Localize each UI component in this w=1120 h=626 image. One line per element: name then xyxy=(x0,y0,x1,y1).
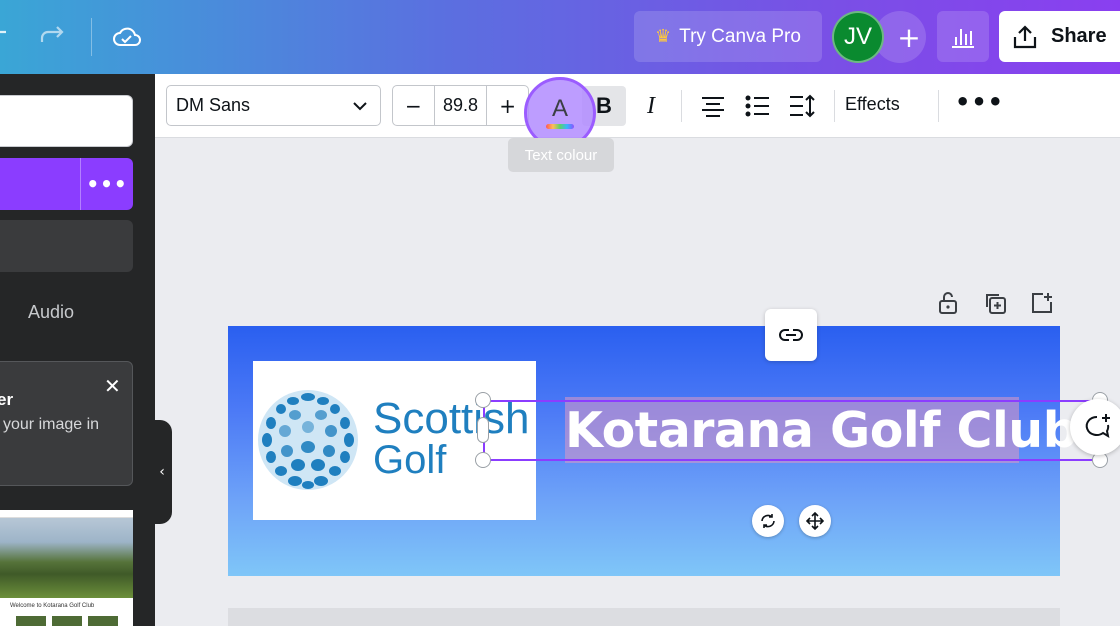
italic-button[interactable]: I xyxy=(631,86,671,126)
move-handle[interactable] xyxy=(799,505,831,537)
toolbar-divider xyxy=(834,90,835,122)
rotate-handle[interactable] xyxy=(752,505,784,537)
close-icon[interactable]: ✕ xyxy=(104,374,121,398)
tab-audio[interactable]: Audio xyxy=(28,302,74,323)
font-size-stepper: − 89.8 + xyxy=(392,85,529,126)
effects-button[interactable]: Effects xyxy=(845,94,900,115)
share-button[interactable]: Share xyxy=(999,11,1120,62)
website-template-thumbnail[interactable]: Welcome to Kotarana Golf Club xyxy=(0,510,133,626)
thumbnail-tiles xyxy=(0,616,133,626)
top-bar: ♛ Try Canva Pro + JV Share xyxy=(0,0,1120,74)
comment-add-icon xyxy=(1085,414,1110,439)
avatar[interactable]: JV xyxy=(832,11,884,63)
chevron-left-icon: ‹ xyxy=(159,464,165,480)
link-icon xyxy=(779,329,803,341)
align-center-icon[interactable] xyxy=(698,91,728,121)
upload-icon xyxy=(1013,24,1037,48)
toolbar-divider xyxy=(938,90,939,122)
resize-handle-bottom-left[interactable] xyxy=(475,452,491,468)
font-family-select[interactable]: DM Sans xyxy=(166,85,381,126)
toolbar-divider xyxy=(681,90,682,122)
tooltip: Text colour xyxy=(508,138,614,172)
next-page-preview[interactable] xyxy=(228,608,1060,626)
rotate-icon xyxy=(761,514,775,528)
move-icon xyxy=(806,512,824,530)
topbar-divider xyxy=(91,18,92,56)
link-button[interactable] xyxy=(765,309,817,361)
font-family-value: DM Sans xyxy=(176,95,251,115)
font-size-input[interactable]: 89.8 xyxy=(433,86,488,125)
lock-icon[interactable] xyxy=(935,290,961,316)
cloud-check-icon[interactable] xyxy=(112,22,142,52)
thumbnail-image xyxy=(0,518,133,598)
bar-chart-icon xyxy=(952,28,974,48)
add-page-icon[interactable] xyxy=(1029,290,1055,316)
thumbnail-caption: Welcome to Kotarana Golf Club xyxy=(10,603,95,609)
decrease-font-size-button[interactable]: − xyxy=(393,86,434,125)
bulleted-list-icon[interactable] xyxy=(743,91,773,121)
line-spacing-icon[interactable] xyxy=(787,91,817,121)
info-card: er your image in ✕ xyxy=(0,361,133,486)
add-comment-button[interactable] xyxy=(1070,399,1120,455)
increase-font-size-button[interactable]: + xyxy=(487,86,528,125)
redo-icon[interactable] xyxy=(38,22,68,52)
resize-handle-left[interactable] xyxy=(477,417,489,443)
button-divider xyxy=(80,158,81,210)
crown-icon: ♛ xyxy=(655,26,672,46)
text-colour-icon: A xyxy=(551,95,568,122)
chevron-down-icon xyxy=(353,102,367,111)
info-card-text: your image in xyxy=(3,416,100,433)
try-pro-label: Try Canva Pro xyxy=(679,25,801,47)
colour-gradient-bar xyxy=(546,124,574,129)
duplicate-page-icon[interactable] xyxy=(982,290,1008,316)
left-side-panel: ••• Audio er your image in ✕ Welcome to … xyxy=(0,74,155,626)
logo-text-line2: Golf xyxy=(373,438,447,482)
insights-button[interactable] xyxy=(937,11,989,62)
golf-ball-icon xyxy=(258,390,358,490)
search-input[interactable] xyxy=(0,95,133,147)
share-label: Share xyxy=(1051,25,1107,47)
text-format-toolbar: DM Sans − 89.8 + B I Effects ••• xyxy=(155,74,1120,138)
collapse-panel-handle[interactable]: ‹ xyxy=(152,420,172,524)
try-canva-pro-button[interactable]: ♛ Try Canva Pro xyxy=(634,11,822,62)
secondary-button[interactable] xyxy=(0,220,133,272)
undo-icon[interactable] xyxy=(0,22,16,52)
more-options-button[interactable]: ••• xyxy=(955,88,1004,116)
plus-icon: + xyxy=(897,20,921,54)
info-card-title: er xyxy=(0,390,14,409)
thumbnail-nav xyxy=(0,510,133,518)
selection-box xyxy=(483,400,1100,461)
more-options-button[interactable]: ••• xyxy=(82,158,132,210)
resize-handle-top-left[interactable] xyxy=(475,392,491,408)
